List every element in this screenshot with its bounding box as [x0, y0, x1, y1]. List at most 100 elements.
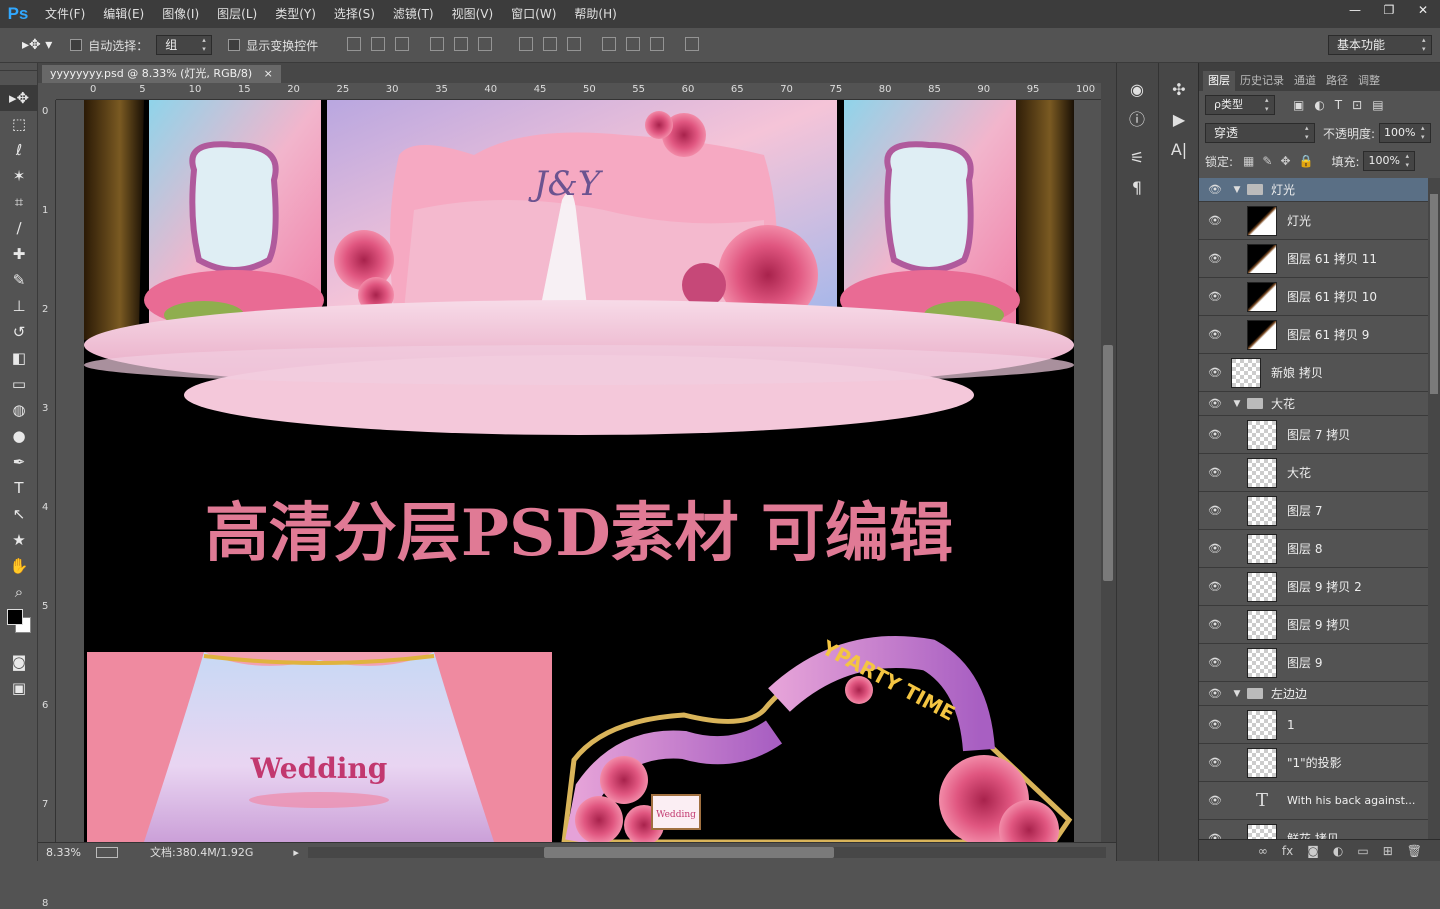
distribute-hcenter-icon[interactable] [625, 36, 640, 51]
menu-item-7[interactable]: 视图(V) [443, 0, 503, 28]
workspace-dropdown[interactable]: 基本功能 [1328, 35, 1432, 55]
move-tool-icon[interactable]: ▸✥ [0, 85, 38, 111]
layer-row[interactable]: 👁 鲜花 拷贝 [1199, 820, 1428, 839]
layer-row[interactable]: 👁 "1"的投影 [1199, 744, 1428, 782]
layer-row[interactable]: 👁 图层 8 [1199, 530, 1428, 568]
healing-brush-tool-icon[interactable]: ✚ [0, 241, 38, 267]
blend-mode-dropdown[interactable]: 穿透 [1205, 123, 1315, 143]
panel-tab-4[interactable]: 调整 [1353, 71, 1385, 91]
gradient-tool-icon[interactable]: ▭ [0, 371, 38, 397]
layers-scroll-thumb[interactable] [1430, 194, 1438, 394]
vertical-scrollbar[interactable] [1101, 83, 1116, 842]
folder-icon[interactable]: ▭ [1357, 844, 1368, 858]
zoom-tool-icon[interactable]: ⌕ [0, 579, 38, 605]
group-expand-icon[interactable]: ▼ [1231, 185, 1243, 195]
transform-controls-checkbox[interactable] [228, 39, 241, 51]
layer-row[interactable]: 👁 图层 61 拷贝 9 [1199, 316, 1428, 354]
marquee-tool-icon[interactable]: ⬚ [0, 111, 38, 137]
close-button[interactable]: ✕ [1406, 0, 1440, 20]
character-panel-icon[interactable]: A| [1159, 135, 1199, 165]
align-top-icon[interactable] [347, 36, 362, 51]
blur-tool-icon[interactable]: ◍ [0, 397, 38, 423]
menu-item-5[interactable]: 选择(S) [325, 0, 384, 28]
layer-row[interactable]: 👁 图层 9 拷贝 2 [1199, 568, 1428, 606]
move-tool-preset-icon[interactable]: ▸✥ ▾ [22, 37, 52, 53]
layer-group-row[interactable]: 👁 ▼ 大花 [1199, 392, 1428, 416]
menu-item-0[interactable]: 文件(F) [36, 0, 94, 28]
align-left-icon[interactable] [430, 36, 445, 51]
brush-preset-icon[interactable]: ✣ [1159, 75, 1199, 105]
screen-mode-icon[interactable]: ▣ [0, 675, 38, 701]
quick-mask-icon[interactable]: ◙ [0, 649, 38, 675]
group-expand-icon[interactable]: ▼ [1231, 689, 1243, 699]
menu-item-8[interactable]: 窗口(W) [502, 0, 565, 28]
info-panel-icon[interactable]: ⓘ [1117, 105, 1157, 135]
artwork[interactable]: J&Y 高清分层PSD素材 可编辑 Wedding YPARTY TIME We… [84, 100, 1074, 842]
visibility-eye-icon[interactable]: 👁 [1199, 252, 1231, 265]
layer-filter-dropdown[interactable]: ρ类型 [1205, 95, 1275, 115]
magic-wand-tool-icon[interactable]: ✶ [0, 163, 38, 189]
status-preview-icon[interactable] [96, 846, 118, 858]
distribute-top-icon[interactable] [518, 36, 533, 51]
foreground-color-swatch[interactable] [7, 609, 23, 625]
visibility-eye-icon[interactable]: 👁 [1199, 542, 1231, 555]
layer-row[interactable]: 👁 图层 61 拷贝 10 [1199, 278, 1428, 316]
visibility-eye-icon[interactable]: 👁 [1199, 366, 1231, 379]
panel-tab-3[interactable]: 路径 [1321, 71, 1353, 91]
eyedropper-tool-icon[interactable]: ∕ [0, 215, 38, 241]
filter-icons[interactable]: ▣◐T⊡▤ [1293, 98, 1394, 112]
layer-group-row[interactable]: 👁 ▼ 左边边 [1199, 682, 1428, 706]
brush-tool-icon[interactable]: ✎ [0, 267, 38, 293]
mask-icon[interactable]: ◙ [1307, 844, 1319, 858]
distribute-vcenter-icon[interactable] [542, 36, 557, 51]
panel-tab-0[interactable]: 图层 [1203, 71, 1235, 91]
lock-icons[interactable]: ▦✎✥🔒 [1243, 154, 1321, 168]
layer-group-row[interactable]: 👁 ▼ 灯光 [1199, 178, 1428, 202]
properties-panel-icon[interactable]: ⚟ [1117, 143, 1157, 173]
visibility-eye-icon[interactable]: 👁 [1199, 214, 1231, 227]
menu-item-2[interactable]: 图像(I) [153, 0, 208, 28]
fill-input[interactable]: 100% [1363, 151, 1416, 171]
shape-tool-icon[interactable]: ★ [0, 527, 38, 553]
status-menu-arrow-icon[interactable]: ▸ [293, 846, 299, 859]
visibility-eye-icon[interactable]: 👁 [1199, 687, 1231, 700]
trash-icon[interactable]: 🗑 [1407, 844, 1422, 858]
auto-align-icon[interactable] [684, 36, 699, 51]
fx-icon[interactable]: fx [1282, 844, 1293, 858]
layer-row[interactable]: 👁 灯光 [1199, 202, 1428, 240]
visibility-eye-icon[interactable]: 👁 [1199, 328, 1231, 341]
group-expand-icon[interactable]: ▼ [1231, 399, 1243, 409]
layer-row[interactable]: 👁 图层 9 拷贝 [1199, 606, 1428, 644]
document-tab[interactable]: yyyyyyyy.psd @ 8.33% (灯光, RGB/8) × [42, 65, 281, 83]
visibility-eye-icon[interactable]: 👁 [1199, 656, 1231, 669]
align-bottom-icon[interactable] [395, 36, 410, 51]
visibility-eye-icon[interactable]: 👁 [1199, 183, 1231, 196]
adjustment-icon[interactable]: ◐ [1333, 844, 1343, 858]
horizontal-scrollbar[interactable] [308, 847, 1106, 858]
layer-row[interactable]: 👁 图层 7 拷贝 [1199, 416, 1428, 454]
layer-row[interactable]: 👁 1 [1199, 706, 1428, 744]
distribute-left-icon[interactable] [601, 36, 616, 51]
opacity-input[interactable]: 100% [1379, 123, 1432, 143]
dodge-tool-icon[interactable]: ● [0, 423, 38, 449]
lasso-tool-icon[interactable]: ℓ [0, 137, 38, 163]
align-hcenter-icon[interactable] [454, 36, 469, 51]
layer-row[interactable]: 👁 图层 61 拷贝 11 [1199, 240, 1428, 278]
visibility-eye-icon[interactable]: 👁 [1199, 504, 1231, 517]
distribute-right-icon[interactable] [649, 36, 664, 51]
canvas-area[interactable]: J&Y 高清分层PSD素材 可编辑 Wedding YPARTY TIME We… [56, 100, 1101, 842]
link-icon[interactable]: ∞ [1258, 844, 1268, 858]
auto-select-checkbox[interactable] [70, 39, 83, 51]
panel-tab-1[interactable]: 历史记录 [1235, 71, 1289, 91]
menu-item-6[interactable]: 滤镜(T) [384, 0, 443, 28]
visibility-eye-icon[interactable]: 👁 [1199, 580, 1231, 593]
visibility-eye-icon[interactable]: 👁 [1199, 466, 1231, 479]
visibility-eye-icon[interactable]: 👁 [1199, 428, 1231, 441]
visibility-eye-icon[interactable]: 👁 [1199, 618, 1231, 631]
toolbox-grip[interactable] [0, 63, 37, 71]
visibility-eye-icon[interactable]: 👁 [1199, 718, 1231, 731]
align-right-icon[interactable] [478, 36, 493, 51]
pen-tool-icon[interactable]: ✒ [0, 449, 38, 475]
actions-play-icon[interactable]: ▶ [1159, 105, 1199, 135]
layer-row[interactable]: 👁 大花 [1199, 454, 1428, 492]
